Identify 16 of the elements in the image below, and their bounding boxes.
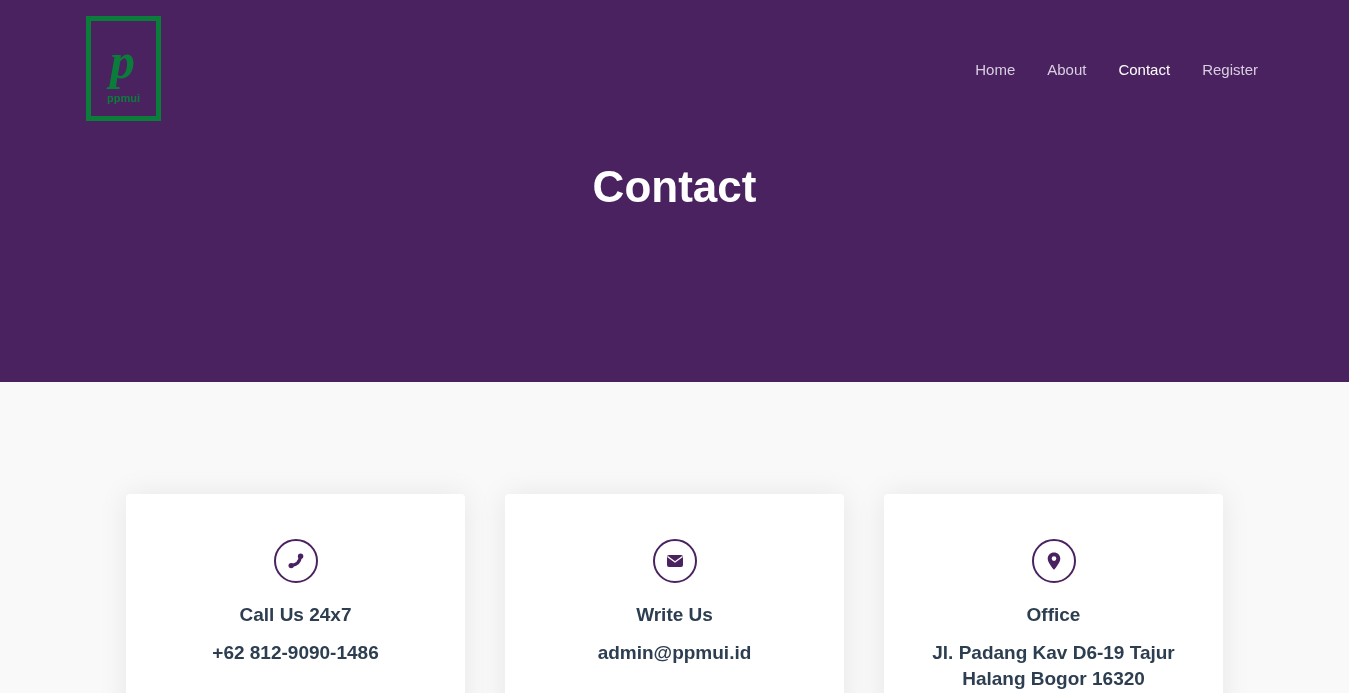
logo-text: ppmui [107, 92, 140, 105]
page-title: Contact [591, 161, 758, 213]
contact-detail: Jl. Padang Kav D6-19 Tajur Halang Bogor 16320 [931, 641, 1176, 691]
envelope-icon [652, 539, 697, 583]
nav-link[interactable]: Home [975, 60, 1016, 80]
map-pin-icon [1031, 539, 1076, 583]
card-title: Office [1026, 603, 1081, 627]
nav-link[interactable]: Register [1202, 60, 1258, 80]
contact-detail: admin@ppmui.id [597, 641, 752, 665]
contact-detail: +62 812-9090-1486 [212, 641, 379, 665]
logo-mark: p [106, 32, 141, 90]
nav-link[interactable]: Contact [1118, 60, 1171, 80]
card-title: Write Us [636, 603, 713, 627]
nav-link[interactable]: About [1047, 60, 1087, 80]
card-title: Call Us 24x7 [239, 603, 352, 627]
phone-icon [273, 539, 318, 583]
